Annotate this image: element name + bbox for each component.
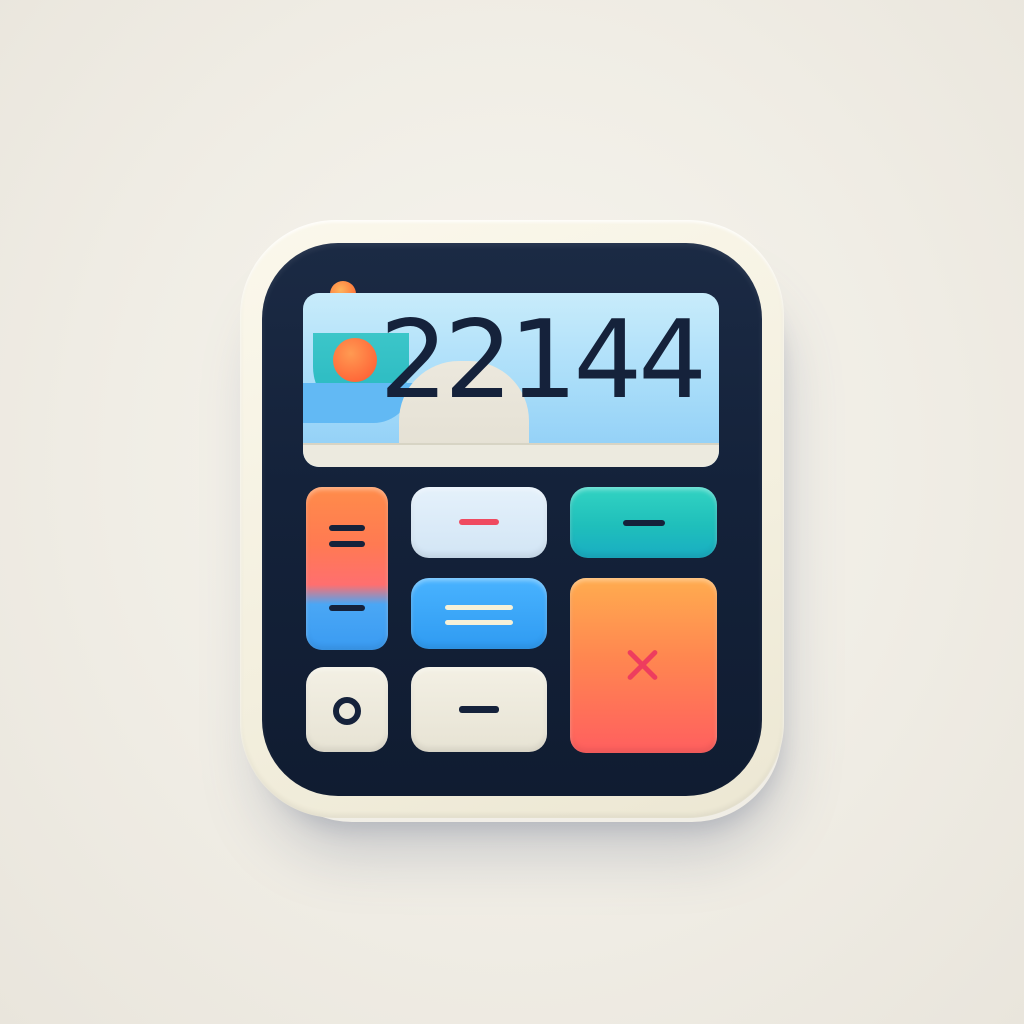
circle-key[interactable] <box>306 667 388 752</box>
circle-icon <box>333 697 361 725</box>
display-sun-icon <box>333 338 377 382</box>
minus-icon <box>459 706 499 713</box>
equals-icon <box>445 620 513 625</box>
equals-icon <box>329 541 365 547</box>
minus-key-cream[interactable] <box>411 667 547 752</box>
display-bottom-strip <box>303 443 719 467</box>
multiply-key[interactable] <box>570 578 717 753</box>
equals-icon <box>445 605 513 610</box>
display-value: 22144 <box>379 298 707 423</box>
equals-key-blue[interactable] <box>411 578 547 649</box>
minus-icon <box>459 519 499 525</box>
close-x-icon <box>625 647 661 683</box>
minus-icon <box>623 520 665 526</box>
calculator-display: 22144 <box>303 293 719 467</box>
minus-key-red[interactable] <box>411 487 547 558</box>
equals-icon <box>329 525 365 531</box>
minus-key-teal[interactable] <box>570 487 717 558</box>
equals-key[interactable] <box>306 487 388 650</box>
minus-icon <box>329 605 365 611</box>
